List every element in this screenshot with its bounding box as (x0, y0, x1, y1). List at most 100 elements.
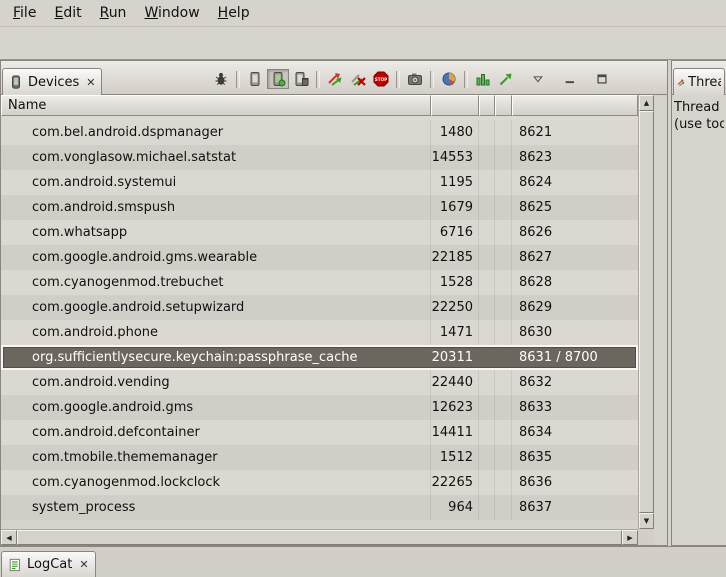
update-threads-icon (327, 71, 343, 87)
column-header-blank2[interactable] (495, 95, 512, 116)
process-pid: 12623 (431, 395, 479, 420)
threads-message-line1: Thread updates not enabled for selected … (674, 99, 724, 116)
table-row[interactable]: com.tmobile.thememanager 1512 8635 (1, 445, 638, 470)
maximize-icon (595, 72, 609, 86)
table-row[interactable]: com.vonglasow.michael.satstat 14553 8623 (1, 145, 638, 170)
svg-text:STOP: STOP (375, 77, 388, 82)
table-row[interactable]: org.sufficientlysecure.keychain:passphra… (1, 345, 638, 370)
process-pid: 22440 (431, 370, 479, 395)
process-port: 8633 (512, 395, 638, 420)
process-name: com.bel.android.dspmanager (1, 120, 431, 145)
table-row[interactable]: com.cyanogenmod.trebuchet 1528 8628 (1, 270, 638, 295)
column-header-name[interactable]: Name (1, 95, 431, 116)
table-row[interactable]: com.android.phone 1471 8630 (1, 320, 638, 345)
horizontal-scrollbar[interactable]: ◀ ▶ (1, 529, 638, 545)
toolbar-separator (236, 71, 240, 88)
bug-icon (213, 71, 229, 87)
table-row[interactable]: com.cyanogenmod.lockclock 22265 8636 (1, 470, 638, 495)
cause-gc-phone-icon (293, 71, 309, 87)
scroll-up-arrow[interactable]: ▲ (639, 95, 654, 111)
menu-edit[interactable]: Edit (45, 2, 90, 24)
process-pid: 6716 (431, 220, 479, 245)
method-profiling-button[interactable] (495, 69, 517, 89)
stop-process-button[interactable]: STOP (370, 69, 392, 89)
debug-process-button[interactable] (210, 69, 232, 89)
stop-threads-button[interactable] (347, 69, 369, 89)
process-pid: 1195 (431, 170, 479, 195)
allocation-tracker-button[interactable] (472, 69, 494, 89)
process-pid: 1528 (431, 270, 479, 295)
table-row[interactable]: com.google.android.gms.wearable 22185 86… (1, 245, 638, 270)
column-header-blank1[interactable] (479, 95, 495, 116)
process-port: 8631 / 8700 (512, 345, 638, 370)
scroll-right-arrow[interactable]: ▶ (622, 530, 638, 545)
vertical-scroll-thumb[interactable] (639, 111, 654, 513)
process-port: 8629 (512, 295, 638, 320)
blank-cell (495, 295, 512, 320)
screen-capture-button[interactable] (404, 69, 426, 89)
screen-capture-icon (407, 71, 423, 87)
menu-help[interactable]: Help (209, 2, 259, 24)
process-port: 8627 (512, 245, 638, 270)
menu-file[interactable]: File (4, 2, 45, 24)
blank-cell (495, 345, 512, 370)
tab-threads-label: Threads (688, 75, 721, 90)
scroll-left-arrow[interactable]: ◀ (1, 530, 17, 545)
process-name: com.cyanogenmod.lockclock (1, 470, 431, 495)
table-header: Name (1, 95, 638, 116)
blank-cell (479, 445, 495, 470)
horizontal-scroll-thumb[interactable] (17, 530, 622, 545)
update-threads-button[interactable] (324, 69, 346, 89)
system-info-button[interactable] (438, 69, 460, 89)
minimize-button[interactable] (559, 69, 581, 89)
vertical-scrollbar[interactable]: ▲ ▼ (638, 95, 654, 529)
cause-gc-button[interactable] (290, 69, 312, 89)
column-header-pid[interactable] (431, 95, 479, 116)
scroll-down-arrow[interactable]: ▼ (639, 513, 654, 529)
table-row[interactable]: com.google.android.gms 12623 8633 (1, 395, 638, 420)
menu-window[interactable]: Window (135, 2, 208, 24)
chevron-down-icon (531, 72, 545, 86)
blank-cell (495, 370, 512, 395)
blank-cell (495, 195, 512, 220)
blank-cell (495, 170, 512, 195)
toolbar-separator (396, 71, 400, 88)
threads-message-line2: (use toolbar button to enable) (674, 116, 724, 133)
process-port: 8628 (512, 270, 638, 295)
close-icon[interactable]: ✕ (84, 76, 95, 89)
table-row[interactable]: com.android.defcontainer 14411 8634 (1, 420, 638, 445)
column-header-port[interactable] (512, 95, 638, 116)
table-row[interactable]: com.whatsapp 6716 8626 (1, 220, 638, 245)
process-port: 8624 (512, 170, 638, 195)
threads-icon (677, 76, 685, 89)
process-port: 8635 (512, 445, 638, 470)
process-pid: 22185 (431, 245, 479, 270)
blank-cell (479, 320, 495, 345)
heap-updates-toggle-icon (270, 71, 286, 87)
process-pid: 22265 (431, 470, 479, 495)
stop-process-icon: STOP (373, 71, 389, 87)
tab-devices-label: Devices (28, 75, 79, 90)
blank-cell (495, 120, 512, 145)
view-menu-button[interactable] (527, 69, 549, 89)
table-row[interactable]: com.android.smspush 1679 8625 (1, 195, 638, 220)
table-row[interactable]: com.android.systemui 1195 8624 (1, 170, 638, 195)
table-row[interactable]: com.google.android.setupwizard 22250 862… (1, 295, 638, 320)
heap-updates-toggle-button[interactable] (267, 69, 289, 89)
tab-logcat-label: LogCat (27, 557, 72, 572)
blank-cell (479, 195, 495, 220)
menu-run[interactable]: Run (91, 2, 136, 24)
process-port: 8625 (512, 195, 638, 220)
table-row[interactable]: com.android.vending 22440 8632 (1, 370, 638, 395)
table-row[interactable]: system_process 964 8637 (1, 495, 638, 520)
update-heap-button[interactable] (244, 69, 266, 89)
tab-logcat[interactable]: LogCat ✕ (1, 551, 96, 577)
tab-threads[interactable]: Threads (673, 68, 725, 95)
close-icon[interactable]: ✕ (77, 558, 88, 571)
minimize-icon (563, 72, 577, 86)
table-row[interactable]: com.bel.android.dspmanager 1480 8621 (1, 120, 638, 145)
process-pid: 22250 (431, 295, 479, 320)
maximize-button[interactable] (591, 69, 613, 89)
tab-devices[interactable]: Devices ✕ (2, 68, 102, 95)
process-name: com.google.android.gms.wearable (1, 245, 431, 270)
